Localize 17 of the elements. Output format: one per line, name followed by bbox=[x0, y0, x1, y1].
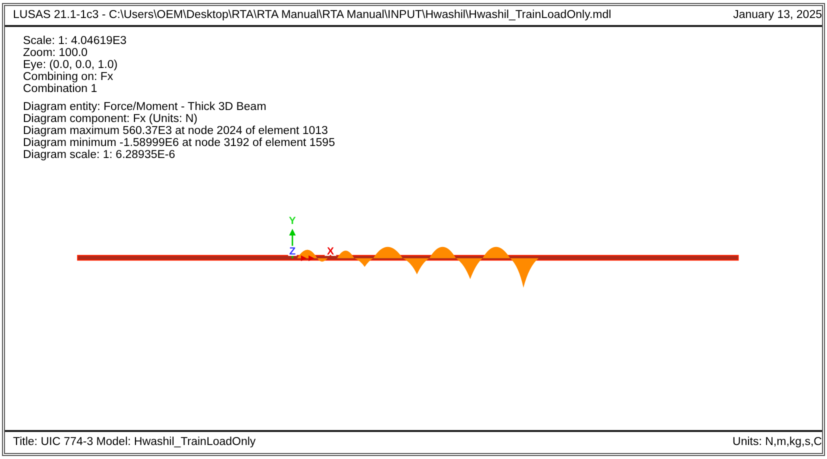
info-line: Eye: (0.0, 0.0, 1.0) bbox=[23, 59, 119, 72]
info-line: Diagram component: Fx (Units: N) bbox=[23, 113, 198, 126]
y-axis-label: Y bbox=[288, 216, 296, 228]
info-line: Combination 1 bbox=[23, 83, 98, 96]
info-line: Diagram minimum -1.58999E6 at node 3192 of element 1595 bbox=[23, 137, 336, 150]
info-line: Combining on: Fx bbox=[23, 71, 114, 84]
model-title: Title: UIC 774-3 Model: Hwashil_TrainLoadOnly bbox=[13, 434, 256, 450]
units-label: Units: N,m,kg,s,C bbox=[732, 434, 822, 450]
date-label: January 13, 2025 bbox=[733, 8, 822, 24]
info-line: Diagram maximum 560.37E3 at node 2024 of element 1013 bbox=[23, 125, 329, 138]
info-line: Diagram entity: Force/Moment - Thick 3D Beam bbox=[23, 101, 268, 114]
x-axis-label: X bbox=[326, 246, 334, 258]
info-line: Scale: 1: 4.04619E3 bbox=[23, 35, 128, 48]
info-line: Zoom: 100.0 bbox=[23, 47, 89, 60]
axes-drawing bbox=[289, 229, 314, 262]
info-line: Diagram scale: 1: 6.28935E-6 bbox=[23, 149, 176, 162]
window-title: LUSAS 21.1-1c3 - C:\Users\OEM\Desktop\RTA\RTA Manual\RTA Manual\INPUT\Hwashil\Hwashil_TrainLoadOnly.mdl bbox=[13, 8, 612, 24]
